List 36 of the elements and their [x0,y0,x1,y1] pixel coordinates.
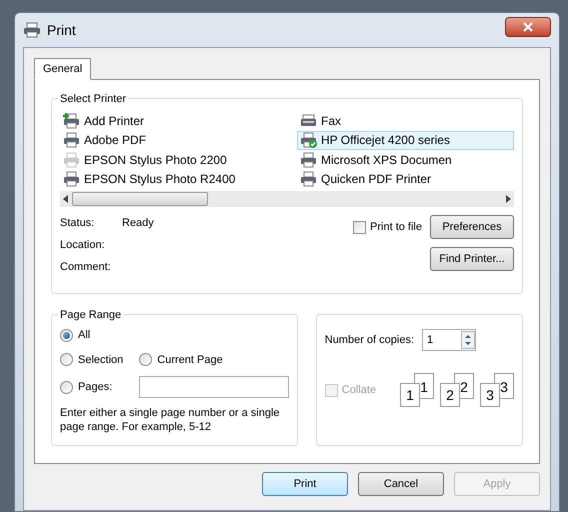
copies-label: Number of copies: [324,332,414,348]
dialog-button[interactable]: Cancel [358,472,444,496]
printer-item[interactable]: Quicken PDF Printer [297,170,514,188]
preferences-button[interactable]: Preferences [430,215,514,239]
window-title: Print [47,20,76,40]
spinner-arrows-icon[interactable] [461,331,476,349]
radio-option[interactable]: Selection [60,352,124,368]
printer-item[interactable]: Microsoft XPS Documen [297,150,514,169]
info-value: Ready [122,216,154,231]
printer-item[interactable]: Add Printer [60,111,277,130]
dialog-button[interactable]: Print [262,472,348,496]
printer-item[interactable]: EPSON Stylus Photo R2400 [60,170,277,188]
info-label: Location: [60,238,106,253]
find-printer-button[interactable]: Find Printer... [430,247,514,271]
radio-option[interactable]: Pages: [60,378,124,396]
radio-option[interactable]: Current Page [139,352,289,368]
horizontal-scrollbar[interactable] [60,191,514,207]
printer-item[interactable]: HP Officejet 4200 series [297,130,514,150]
tab[interactable]: General [34,58,92,80]
close-icon [523,22,533,32]
checkbox-label: Print to file [370,220,422,235]
printer-item[interactable]: Fax [297,111,514,130]
hint-text: Enter either a single page number or a single page range. For example, 5-12 [60,406,281,434]
checkbox-label: Collate [342,382,376,398]
group-title: Page Range [58,307,124,324]
info-label: Comment: [60,260,112,275]
pages-input-field[interactable] [139,376,289,398]
printer-icon [23,22,41,38]
printer-item[interactable]: EPSON Stylus Photo 2200 [60,150,277,169]
checkbox[interactable] [353,220,366,234]
close-button[interactable] [505,17,551,37]
printer-item[interactable]: Adobe PDF [60,130,277,150]
radio-option[interactable]: All [60,327,289,344]
copies-spinner[interactable]: 1 [422,329,476,351]
scrollbar-thumb[interactable] [72,192,208,206]
info-label: Status: [60,216,96,231]
